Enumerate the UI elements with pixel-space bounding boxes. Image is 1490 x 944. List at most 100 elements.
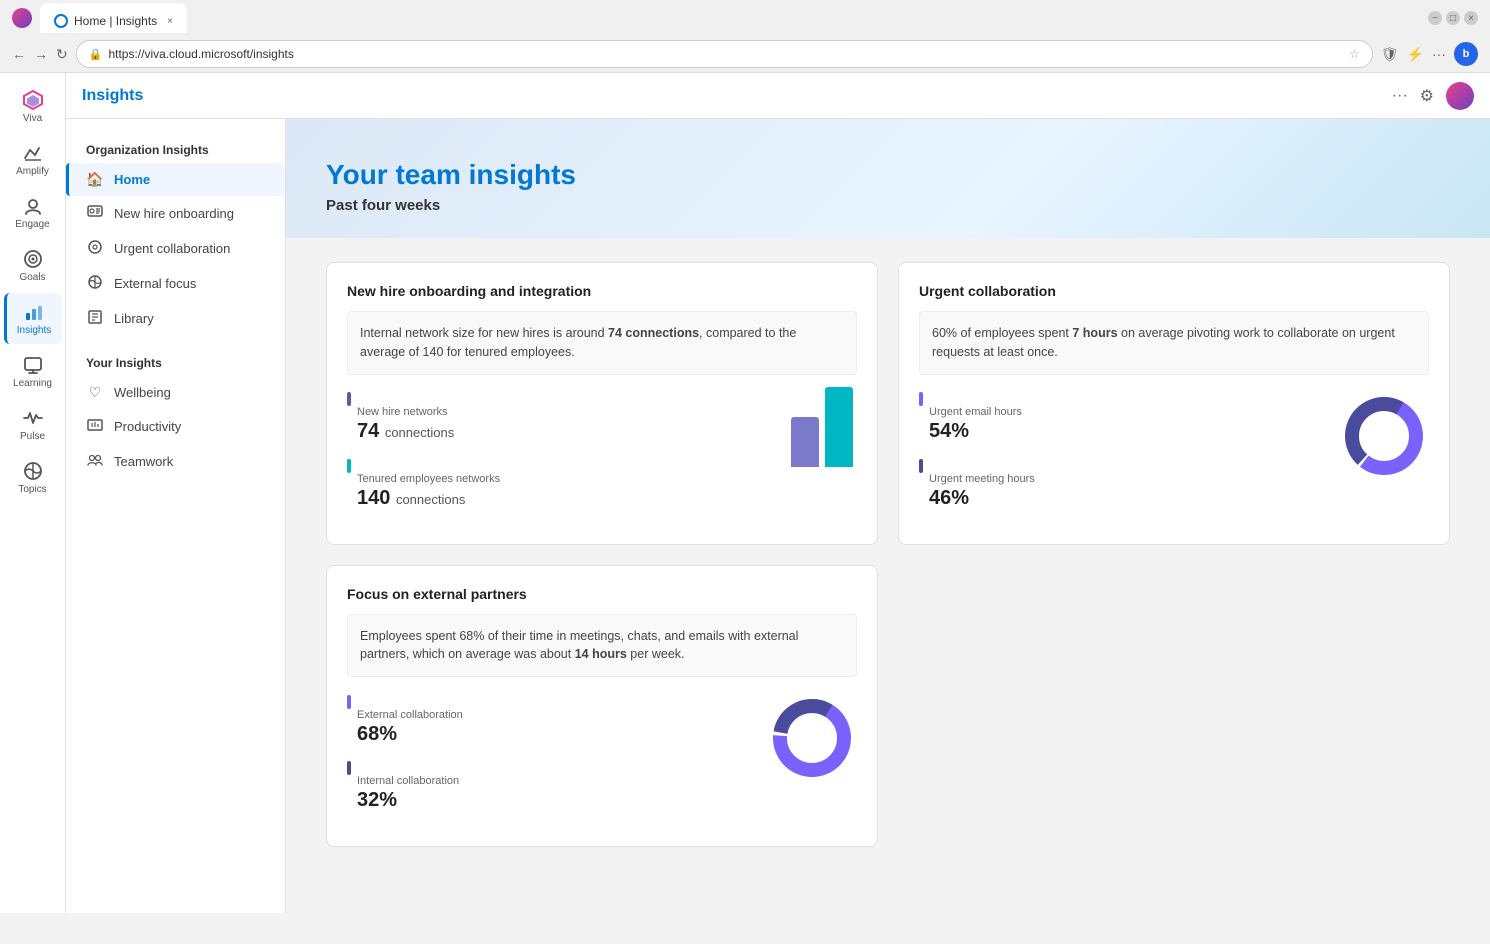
- tab-close-button[interactable]: ×: [167, 16, 173, 27]
- engage-icon: [22, 195, 44, 217]
- urgent-meeting-bar: [919, 459, 923, 473]
- sidebar-item-engage[interactable]: Engage: [4, 187, 62, 238]
- app-shell: Viva Amplify Engage Goals Insights: [0, 73, 1490, 913]
- bar-tenured: [825, 387, 853, 467]
- more-options-button[interactable]: ···: [1392, 87, 1408, 105]
- external-focus-stat-1: External collaboration 68%: [347, 693, 747, 746]
- new-hire-value-2: 140 connections: [347, 487, 767, 510]
- sidebar-item-goals[interactable]: Goals: [4, 240, 62, 291]
- external-focus-icon: [86, 274, 104, 293]
- goals-icon: [22, 248, 44, 270]
- amplify-icon: [22, 142, 44, 164]
- sidebar-item-topics[interactable]: Topics: [4, 452, 62, 503]
- nav-new-hire-label: New hire onboarding: [114, 206, 234, 221]
- urgent-email-bar: [919, 392, 923, 406]
- window-controls: − □ ×: [1428, 11, 1478, 25]
- nav-item-new-hire[interactable]: New hire onboarding: [66, 196, 285, 231]
- new-hire-card: New hire onboarding and integration Inte…: [326, 262, 878, 545]
- browser-tab[interactable]: Home | Insights ×: [40, 3, 187, 33]
- external-collab-bar: [347, 695, 351, 709]
- forward-button[interactable]: →: [34, 46, 48, 62]
- amplify-label: Amplify: [16, 166, 49, 177]
- nav-item-home[interactable]: 🏠 Home: [66, 163, 285, 196]
- user-avatar[interactable]: [1446, 82, 1474, 110]
- url-text: https://viva.cloud.microsoft/insights: [108, 47, 1343, 61]
- nav-item-wellbeing[interactable]: ♡ Wellbeing: [66, 376, 285, 409]
- topics-label: Topics: [18, 484, 46, 495]
- url-bar[interactable]: 🔒 https://viva.cloud.microsoft/insights …: [76, 40, 1373, 68]
- external-focus-stats: External collaboration 68% Internal coll…: [347, 693, 857, 826]
- external-focus-stat-list: External collaboration 68% Internal coll…: [347, 693, 747, 826]
- settings-button[interactable]: ⚙: [1420, 86, 1434, 106]
- tab-title: Home | Insights: [74, 14, 157, 28]
- external-focus-donut: [767, 693, 857, 783]
- nav-productivity-label: Productivity: [114, 419, 181, 434]
- external-focus-card-title: Focus on external partners: [347, 586, 857, 602]
- nav-item-external-focus[interactable]: External focus: [66, 266, 285, 301]
- goals-label: Goals: [19, 272, 45, 283]
- back-button[interactable]: ←: [12, 46, 26, 62]
- new-hire-label-2: Tenured employees networks: [347, 473, 767, 485]
- star-icon: ☆: [1349, 47, 1360, 61]
- viva-icon-sidebar: Viva Amplify Engage Goals Insights: [0, 73, 66, 913]
- left-nav: Organization Insights 🏠 Home New hire on…: [66, 119, 286, 913]
- new-hire-bar-1: [347, 392, 351, 406]
- nav-item-productivity[interactable]: Productivity: [66, 409, 285, 444]
- title-bar: Home | Insights × − □ ×: [0, 0, 1490, 36]
- urgent-email-label: Urgent email hours: [919, 406, 1319, 418]
- nav-external-focus-label: External focus: [114, 276, 196, 291]
- nav-library-label: Library: [114, 311, 154, 326]
- shield-icon[interactable]: 🛡: [1381, 46, 1399, 63]
- teamwork-icon: [86, 452, 104, 471]
- external-focus-card: Focus on external partners Employees spe…: [326, 565, 878, 848]
- period-label: Past four weeks: [326, 197, 1450, 214]
- library-icon: [86, 309, 104, 328]
- new-hire-stat-2: Tenured employees networks 140 connectio…: [347, 457, 767, 510]
- nav-item-urgent-collab[interactable]: Urgent collaboration: [66, 231, 285, 266]
- sidebar-item-insights[interactable]: Insights: [4, 293, 62, 344]
- urgent-collab-donut: [1339, 391, 1429, 481]
- learning-label: Learning: [13, 378, 52, 389]
- nav-item-teamwork[interactable]: Teamwork: [66, 444, 285, 479]
- urgent-collab-card-title: Urgent collaboration: [919, 283, 1429, 299]
- learning-icon: [22, 354, 44, 376]
- urgent-meeting-label: Urgent meeting hours: [919, 473, 1319, 485]
- pulse-icon: [22, 407, 44, 429]
- more-tools-icon[interactable]: ···: [1432, 46, 1446, 62]
- app-header: Insights ··· ⚙: [66, 73, 1490, 119]
- minimize-button[interactable]: −: [1428, 11, 1442, 25]
- content-body: New hire onboarding and integration Inte…: [286, 238, 1490, 891]
- nav-item-library[interactable]: Library: [66, 301, 285, 336]
- new-hire-stat-list: New hire networks 74 connections Tenured…: [347, 391, 767, 524]
- new-hire-bar-chart: [787, 391, 857, 471]
- new-hire-label-1: New hire networks: [347, 406, 767, 418]
- urgent-collab-card: Urgent collaboration 60% of employees sp…: [898, 262, 1450, 545]
- sidebar-item-pulse[interactable]: Pulse: [4, 399, 62, 450]
- refresh-button[interactable]: ↻: [56, 46, 68, 63]
- urgent-collab-stat-list: Urgent email hours 54% Urgent meeting ho…: [919, 391, 1319, 524]
- urgent-meeting-value: 46%: [919, 487, 1319, 510]
- lock-icon: 🔒: [89, 48, 103, 61]
- content-area: Your team insights Past four weeks New h…: [286, 119, 1490, 913]
- nav-urgent-collab-label: Urgent collaboration: [114, 241, 230, 256]
- new-hire-card-title: New hire onboarding and integration: [347, 283, 857, 299]
- main-area: Organization Insights 🏠 Home New hire on…: [66, 119, 1490, 913]
- browser-chrome: Home | Insights × − □ × ← → ↻ 🔒 https://…: [0, 0, 1490, 73]
- sidebar-item-learning[interactable]: Learning: [4, 346, 62, 397]
- sidebar-item-viva[interactable]: Viva: [4, 81, 62, 132]
- urgent-email-value: 54%: [919, 420, 1319, 443]
- new-hire-value-1: 74 connections: [347, 420, 767, 443]
- urgent-collab-icon: [86, 239, 104, 258]
- app-favicon: [12, 8, 32, 28]
- new-hire-bar-2: [347, 459, 351, 473]
- new-hire-stat-1: New hire networks 74 connections: [347, 391, 767, 444]
- viva-icon: [22, 89, 44, 111]
- topics-icon: [22, 460, 44, 482]
- bar-hire: [791, 417, 819, 467]
- maximize-button[interactable]: □: [1446, 11, 1460, 25]
- close-button[interactable]: ×: [1464, 11, 1478, 25]
- home-icon: 🏠: [86, 171, 104, 188]
- sidebar-item-amplify[interactable]: Amplify: [4, 134, 62, 185]
- bing-button[interactable]: b: [1454, 42, 1478, 66]
- extensions-icon[interactable]: ⚡: [1407, 46, 1424, 63]
